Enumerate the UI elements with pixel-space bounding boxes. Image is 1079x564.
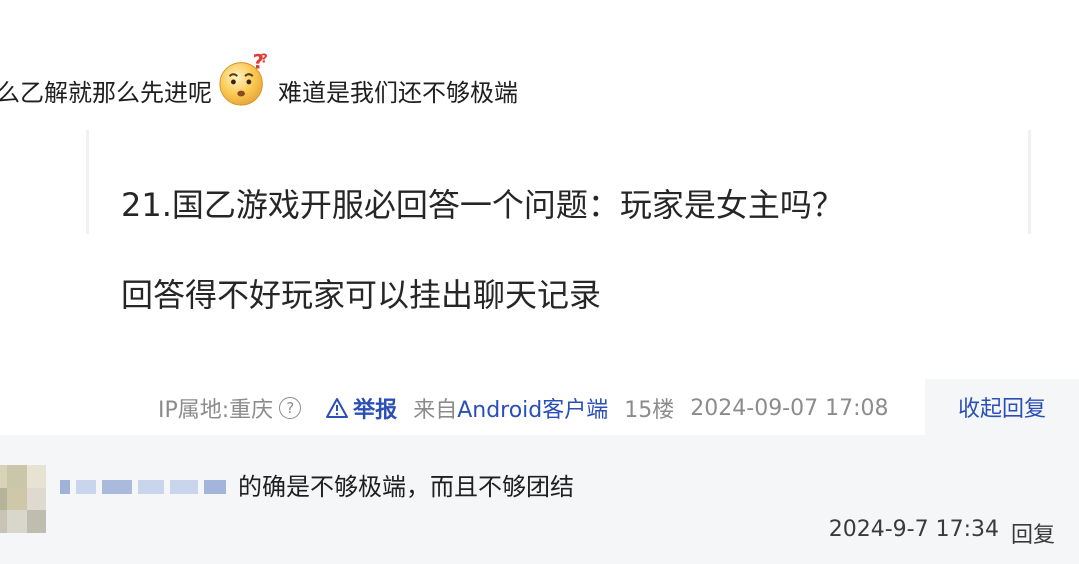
post-content-line: 么乙解就那么先进呢 ? ? 难道是我们还不够极端 <box>0 51 518 110</box>
reply-button[interactable]: 回复 <box>1011 517 1055 549</box>
quoted-line-1: 21.国乙游戏开服必回答一个问题：玩家是女主吗？ <box>121 186 844 224</box>
reply-content: 的确是不够极端，而且不够团结 <box>238 473 574 501</box>
blurred-username[interactable] <box>60 479 232 495</box>
thinking-face-emoji-icon: ? ? <box>219 51 268 106</box>
client-link[interactable]: Android客户端 <box>457 392 608 424</box>
quoted-line-2: 回答得不好玩家可以挂出聊天记录 <box>121 276 602 314</box>
avatar[interactable] <box>0 465 46 533</box>
floor-number: 15楼 <box>624 398 675 423</box>
post-meta-bar: IP属地:重庆 ? 举报 来自 Android客户端 15楼 2024-09-0… <box>158 386 889 430</box>
reply-time: 2024-9-7 17:34 <box>828 517 999 542</box>
help-icon[interactable]: ? <box>279 397 302 419</box>
collapse-reply-tab[interactable]: 收起回复 <box>925 379 1079 435</box>
warning-icon <box>326 398 349 418</box>
collapse-reply-button[interactable]: 收起回复 <box>958 391 1046 423</box>
post-text-before: 么乙解就那么先进呢 <box>0 78 212 107</box>
post-text-after: 难道是我们还不够极端 <box>278 78 518 107</box>
quoted-text: 21.国乙游戏开服必回答一个问题：玩家是女主吗？ 回答得不好玩家可以挂出聊天记录 <box>121 138 844 363</box>
report-button[interactable]: 举报 <box>325 392 397 424</box>
source-prefix: 来自 <box>413 398 458 423</box>
quoted-image: 21.国乙游戏开服必回答一个问题：玩家是女主吗？ 回答得不好玩家可以挂出聊天记录 <box>86 130 1031 314</box>
post-time: 2024-09-07 17:08 <box>690 395 889 421</box>
ip-location: IP属地:重庆 <box>158 398 274 423</box>
svg-text:?: ? <box>260 51 267 66</box>
report-label: 举报 <box>353 398 398 423</box>
reply-section: 的确是不够极端，而且不够团结 2024-9-7 17:34 回复 <box>0 435 1079 564</box>
